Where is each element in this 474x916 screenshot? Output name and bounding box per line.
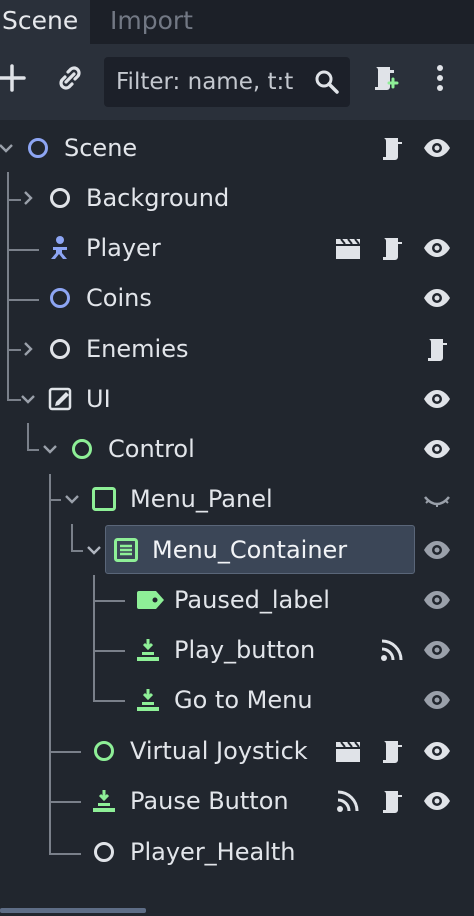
search-icon <box>315 70 339 94</box>
control-circle-icon <box>91 738 117 764</box>
link-icon <box>59 66 81 90</box>
script-icon[interactable] <box>423 335 451 363</box>
collapse-arrow-icon[interactable] <box>0 136 18 160</box>
more-options-button[interactable] <box>420 58 460 98</box>
visibility-eye-icon[interactable] <box>423 686 451 714</box>
canvas-layer-icon <box>47 386 73 412</box>
node-circle-icon <box>91 839 117 865</box>
visibility-eye-icon[interactable] <box>423 234 451 262</box>
dock-tab-bar: Scene Import <box>0 0 474 44</box>
signal-icon[interactable] <box>378 636 406 664</box>
tree-item-coins[interactable]: Coins <box>0 273 474 323</box>
node-label[interactable]: Control <box>108 424 195 474</box>
node-label[interactable]: Enemies <box>86 324 188 374</box>
node2d-circle-icon <box>47 285 73 311</box>
tree-item-menu-panel[interactable]: Menu_Panel <box>0 474 474 524</box>
visibility-eye-icon[interactable] <box>423 536 451 564</box>
filter-box <box>104 57 350 107</box>
node-label[interactable]: Coins <box>86 273 152 323</box>
signal-icon[interactable] <box>334 787 362 815</box>
tab-import[interactable]: Import <box>110 0 193 44</box>
attach-script-button[interactable] <box>364 58 404 98</box>
node-label[interactable]: Player <box>86 223 161 273</box>
visibility-eye-icon[interactable] <box>423 435 451 463</box>
node-label[interactable]: Menu_Container <box>152 525 347 575</box>
node-label[interactable]: Virtual Joystick <box>130 726 308 776</box>
node-label[interactable]: Play_button <box>174 625 315 675</box>
collapse-arrow-icon[interactable] <box>38 437 62 461</box>
collapse-arrow-icon[interactable] <box>82 538 106 562</box>
tab-scene[interactable]: Scene <box>0 0 90 44</box>
scene-toolbar <box>0 44 474 120</box>
tree-item-virtual-joystick[interactable]: Virtual Joystick <box>0 726 474 776</box>
node-label[interactable]: Player_Health <box>130 827 296 877</box>
collapse-arrow-icon[interactable] <box>16 387 40 411</box>
visibility-eye-icon[interactable] <box>423 284 451 312</box>
tree-item-enemies[interactable]: Enemies <box>0 324 474 374</box>
tree-item-control[interactable]: Control <box>0 424 474 474</box>
tree-item-go-to-menu[interactable]: Go to Menu <box>0 675 474 725</box>
visibility-eye-icon[interactable] <box>423 636 451 664</box>
character-body-icon <box>47 235 73 261</box>
node-label[interactable]: Scene <box>64 123 137 173</box>
script-icon[interactable] <box>378 134 406 162</box>
node-label[interactable]: Menu_Panel <box>130 474 273 524</box>
filter-input[interactable] <box>116 57 306 107</box>
visibility-eye-icon[interactable] <box>423 385 451 413</box>
node-label[interactable]: Paused_label <box>174 575 330 625</box>
touch-button-icon <box>91 788 117 814</box>
visibility-eye-icon[interactable] <box>423 586 451 614</box>
node-label[interactable]: UI <box>86 374 111 424</box>
control-circle-icon <box>69 436 95 462</box>
node-label[interactable]: Pause Button <box>130 776 289 826</box>
node-label[interactable]: Go to Menu <box>174 675 313 725</box>
collapse-arrow-icon[interactable] <box>60 487 84 511</box>
node-circle-icon <box>47 185 73 211</box>
instance-scene-button[interactable] <box>50 58 90 98</box>
plus-icon <box>0 64 26 92</box>
tree-item-scene[interactable]: Scene <box>0 123 474 173</box>
tree-item-background[interactable]: Background <box>0 173 474 223</box>
add-node-button[interactable] <box>0 58 32 98</box>
tree-item-paused-label[interactable]: Paused_label <box>0 575 474 625</box>
visibility-eye-icon[interactable] <box>423 787 451 815</box>
script-add-icon <box>375 67 399 90</box>
visibility-eye-icon[interactable] <box>423 737 451 765</box>
tree-item-play-button[interactable]: Play_button <box>0 625 474 675</box>
panel-icon <box>91 486 117 512</box>
clapperboard-icon[interactable] <box>334 234 362 262</box>
tree-item-ui[interactable]: UI <box>0 374 474 424</box>
label-icon <box>135 587 165 613</box>
script-icon[interactable] <box>378 787 406 815</box>
expand-arrow-icon[interactable] <box>16 337 40 361</box>
tree-item-pause-button[interactable]: Pause Button <box>0 776 474 826</box>
script-icon[interactable] <box>378 234 406 262</box>
tree-item-menu-container[interactable]: Menu_Container <box>0 525 474 575</box>
expand-arrow-icon[interactable] <box>16 186 40 210</box>
touch-button-icon <box>135 687 161 713</box>
node-label[interactable]: Background <box>86 173 229 223</box>
touch-button-icon <box>135 637 161 663</box>
kebab-menu-icon <box>437 65 443 91</box>
visibility-eye-icon[interactable] <box>423 134 451 162</box>
tree-item-player-health[interactable]: Player_Health <box>0 827 474 877</box>
vbox-container-icon <box>113 537 139 563</box>
node2d-circle-icon <box>25 135 51 161</box>
horizontal-scrollbar-thumb[interactable] <box>0 908 146 913</box>
node-circle-icon <box>47 336 73 362</box>
clapperboard-icon[interactable] <box>334 737 362 765</box>
visibility-closed-eye-icon[interactable] <box>423 485 451 513</box>
script-icon[interactable] <box>378 737 406 765</box>
tree-item-player[interactable]: Player <box>0 223 474 273</box>
